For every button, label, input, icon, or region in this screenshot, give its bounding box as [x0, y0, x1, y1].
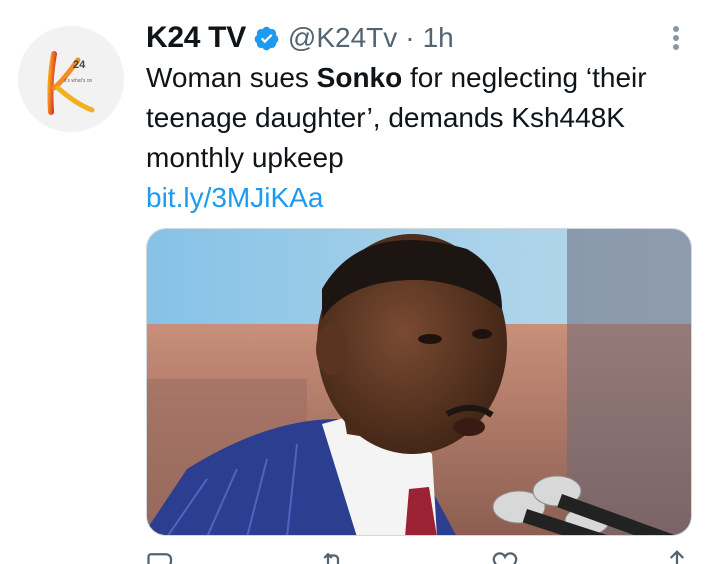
avatar[interactable]: 24 it's what's on	[18, 26, 124, 132]
tweet-text-part1: Woman sues	[146, 62, 317, 93]
retweet-icon[interactable]	[318, 548, 348, 564]
like-icon[interactable]	[490, 548, 520, 564]
logo-number: 24	[73, 59, 86, 71]
separator-dot: ·	[405, 22, 415, 53]
tweet-text-bold: Sonko	[316, 62, 403, 93]
tweet-header: K24 TV @K24Tv · 1h	[146, 18, 454, 58]
k24-logo-icon: 24 it's what's on	[18, 26, 124, 132]
more-options-icon[interactable]	[664, 22, 688, 54]
display-name[interactable]: K24 TV	[146, 21, 246, 55]
tweet-image[interactable]	[146, 228, 692, 536]
tweet[interactable]: 24 it's what's on K24 TV @K24Tv · 1h Wom…	[0, 0, 714, 564]
logo-tagline: it's what's on	[64, 78, 93, 84]
reply-icon[interactable]	[146, 548, 176, 564]
share-icon[interactable]	[662, 548, 692, 564]
tweet-link[interactable]: bit.ly/3MJiKAa	[146, 178, 323, 218]
tweet-timestamp[interactable]: 1h	[423, 22, 454, 54]
user-handle[interactable]: @K24Tv	[288, 22, 397, 54]
verified-badge-icon	[253, 25, 280, 52]
tweet-text: Woman sues Sonko for neglecting ‘their t…	[146, 58, 706, 178]
tweet-actions	[146, 548, 692, 564]
photo-man-speaking	[147, 229, 691, 535]
